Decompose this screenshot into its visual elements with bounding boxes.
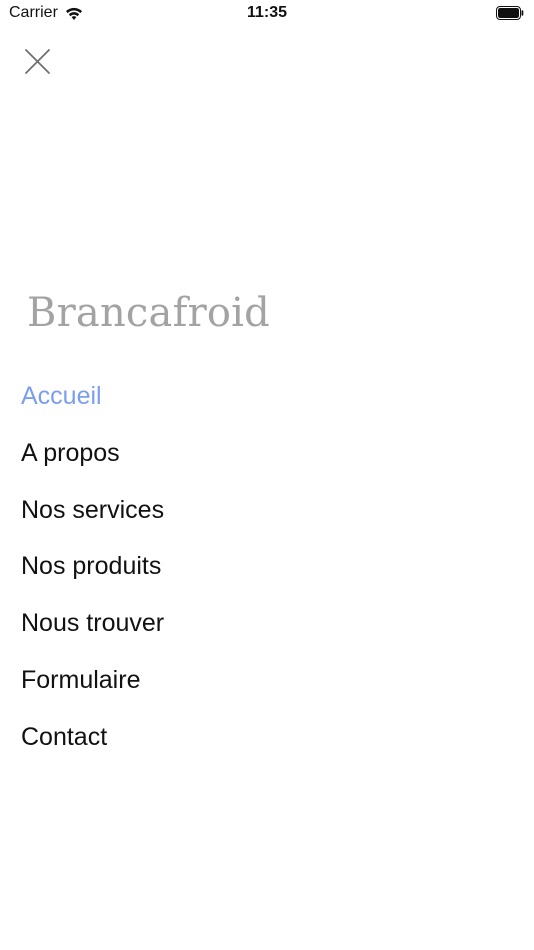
menu-item-a-propos[interactable]: A propos — [21, 431, 164, 488]
menu-item-formulaire[interactable]: Formulaire — [21, 658, 164, 715]
menu-item-accueil[interactable]: Accueil — [21, 374, 164, 431]
menu-item-nous-trouver[interactable]: Nous trouver — [21, 601, 164, 658]
menu-item-nos-services[interactable]: Nos services — [21, 488, 164, 545]
battery-icon — [496, 6, 524, 20]
main-menu: Accueil A propos Nos services Nos produi… — [21, 374, 164, 772]
brand-name: Brancafroid — [27, 290, 270, 336]
menu-item-nos-produits[interactable]: Nos produits — [21, 544, 164, 601]
close-icon — [25, 49, 50, 74]
status-time: 11:35 — [246, 4, 288, 21]
menu-item-contact[interactable]: Contact — [21, 715, 164, 772]
status-bar: Carrier 11:35 — [0, 0, 534, 28]
close-button[interactable] — [22, 46, 54, 78]
